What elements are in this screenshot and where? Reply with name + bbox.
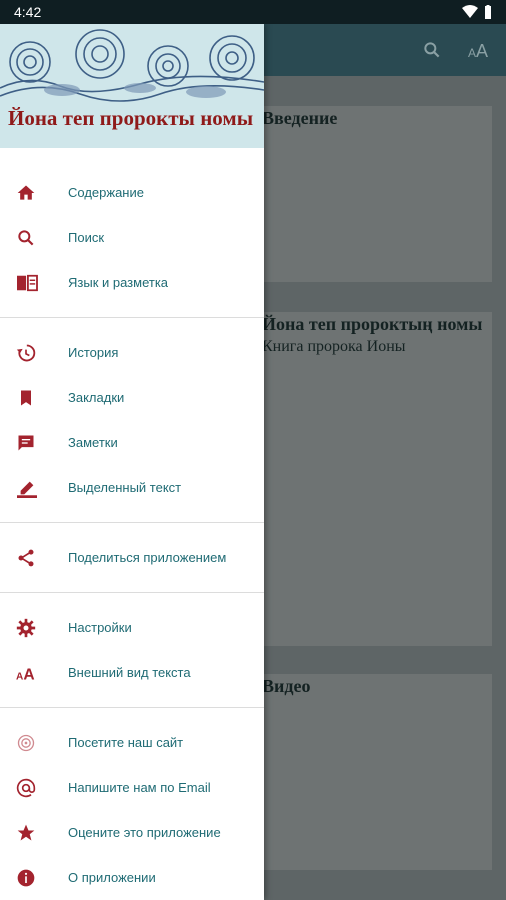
- card-title: Видео: [262, 676, 311, 696]
- info-icon: [17, 869, 35, 886]
- book-language-icon: [17, 274, 38, 291]
- menu-item-settings[interactable]: Настройки: [0, 605, 264, 650]
- card-subtitle: Книга пророка Ионы: [262, 338, 406, 356]
- menu-item-label: Заметки: [68, 435, 118, 450]
- text-size-icon[interactable]: AA: [468, 40, 492, 60]
- gear-icon: [16, 618, 36, 637]
- drawer-menu: Содержание Поиск Язык и разметка История…: [0, 148, 264, 900]
- menu-item-label: Выделенный текст: [68, 480, 182, 495]
- menu-item-label: О приложении: [68, 870, 156, 885]
- history-icon: [16, 344, 36, 361]
- text-size-icon: AA: [16, 666, 35, 683]
- content-card[interactable]: Введение: [262, 106, 492, 282]
- menu-item-search[interactable]: Поиск: [0, 215, 264, 260]
- svg-text:A: A: [476, 41, 488, 60]
- menu-item-history[interactable]: История: [0, 330, 264, 375]
- menu-section-share: Поделиться приложением: [0, 523, 264, 593]
- navigation-drawer: Йона теп пророкты номы Содержание Поиск …: [0, 24, 264, 900]
- menu-item-text-appearance[interactable]: AA Внешний вид текста: [0, 650, 264, 695]
- status-icons: [462, 5, 492, 19]
- content-card[interactable]: Йона теп пророктың номы Книга пророка Ио…: [262, 312, 492, 646]
- search-icon: [18, 229, 34, 245]
- menu-item-label: Внешний вид текста: [68, 665, 191, 680]
- note-icon: [18, 435, 34, 450]
- menu-item-label: Поиск: [68, 230, 105, 245]
- menu-item-about[interactable]: О приложении: [0, 855, 264, 900]
- search-icon[interactable]: [422, 40, 442, 60]
- menu-item-rate-app[interactable]: Оцените это приложение: [0, 810, 264, 855]
- menu-item-label: Оцените это приложение: [68, 825, 221, 840]
- menu-item-label: Содержание: [68, 185, 144, 200]
- svg-text:A: A: [468, 46, 476, 60]
- svg-text:A: A: [23, 666, 34, 683]
- menu-item-contents[interactable]: Содержание: [0, 170, 264, 215]
- menu-section-user: История Закладки Заметки Выделенный текс…: [0, 318, 264, 523]
- menu-item-share-app[interactable]: Поделиться приложением: [0, 535, 264, 580]
- highlight-pen-icon: [17, 481, 37, 498]
- menu-item-label: Настройки: [68, 620, 132, 635]
- share-icon: [18, 549, 34, 566]
- battery-icon: [485, 5, 491, 19]
- card-title: Введение: [262, 108, 338, 128]
- bookmark-icon: [21, 390, 31, 405]
- status-bar: 4:42: [0, 0, 506, 24]
- home-icon: [17, 185, 35, 200]
- menu-item-website[interactable]: Посетите наш сайт: [0, 720, 264, 765]
- drawer-title: Йона теп пророкты номы: [8, 106, 254, 130]
- status-time: 4:42: [14, 4, 42, 20]
- menu-section-settings: Настройки AA Внешний вид текста: [0, 593, 264, 708]
- menu-item-label: Закладки: [68, 390, 125, 405]
- menu-item-label: Поделиться приложением: [68, 550, 227, 565]
- wifi-icon: [462, 5, 478, 18]
- menu-item-highlights[interactable]: Выделенный текст: [0, 465, 264, 510]
- menu-item-notes[interactable]: Заметки: [0, 420, 264, 465]
- menu-section-about: Посетите наш сайт Напишите нам по Email …: [0, 708, 264, 900]
- menu-item-language-layout[interactable]: Язык и разметка: [0, 260, 264, 305]
- web-icon: [17, 734, 35, 751]
- star-icon: [17, 824, 35, 840]
- card-title: Йона теп пророктың номы: [262, 314, 483, 334]
- menu-section-main: Содержание Поиск Язык и разметка: [0, 158, 264, 318]
- at-icon: [16, 778, 36, 797]
- menu-item-label: Язык и разметка: [68, 275, 169, 290]
- menu-item-email[interactable]: Напишите нам по Email: [0, 765, 264, 810]
- menu-item-label: История: [68, 345, 119, 360]
- drawer-header: Йона теп пророкты номы: [0, 24, 264, 148]
- menu-item-label: Напишите нам по Email: [68, 780, 211, 795]
- content-card[interactable]: Видео: [262, 674, 492, 870]
- menu-item-bookmarks[interactable]: Закладки: [0, 375, 264, 420]
- menu-item-label: Посетите наш сайт: [68, 735, 184, 750]
